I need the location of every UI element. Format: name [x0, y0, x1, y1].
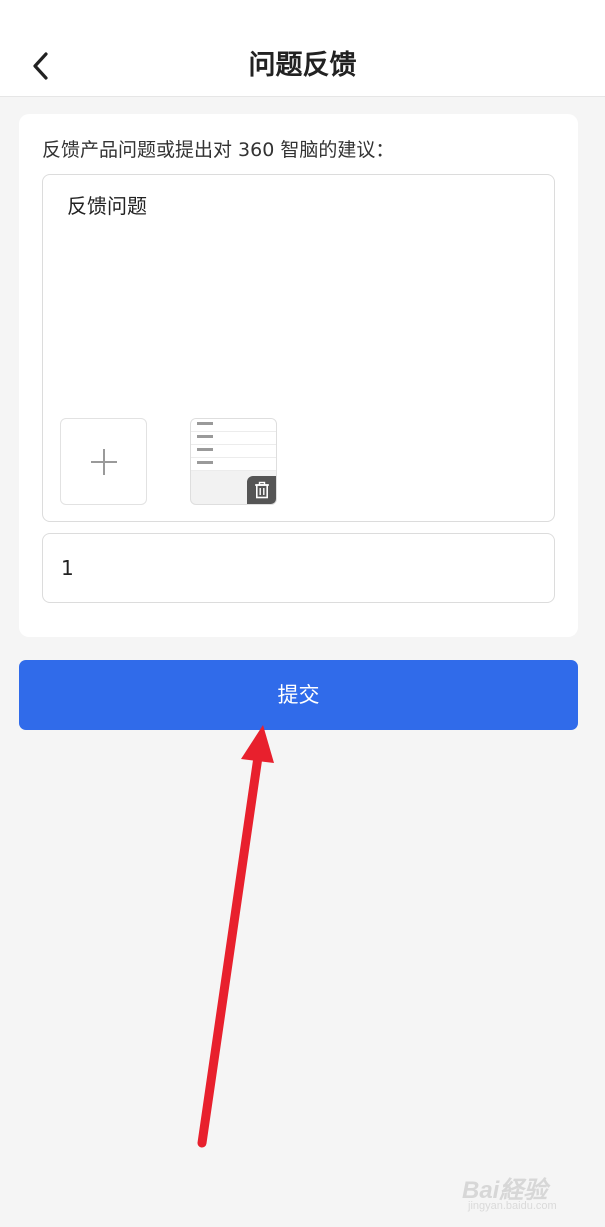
thumbnail-row [191, 445, 276, 458]
page-title: 问题反馈 [248, 50, 357, 81]
thumbnail-row [191, 458, 276, 471]
contact-input[interactable]: 1 [42, 533, 555, 603]
feedback-card: 反馈产品问题或提出对 360 智脑的建议： 反馈问题 1 [19, 114, 578, 637]
submit-button[interactable]: 提交 [19, 660, 578, 730]
watermark-url: jingyan.baidu.com [468, 1200, 557, 1212]
top-nav-bar: 问题反馈 [0, 0, 605, 97]
thumbnail-row [191, 432, 276, 445]
plus-icon [90, 448, 117, 475]
add-image-button[interactable] [60, 418, 147, 505]
thumbnail-row [191, 419, 276, 432]
trash-icon [254, 481, 269, 499]
baidu-jingyan-watermark: Bai経验 jingyan.baidu.com [462, 1162, 592, 1218]
delete-image-button[interactable] [247, 476, 276, 504]
attached-screenshot-thumbnail[interactable] [190, 418, 277, 505]
feedback-textarea[interactable]: 反馈问题 [42, 174, 555, 522]
feedback-prompt-label: 反馈产品问题或提出对 360 智脑的建议： [42, 139, 395, 161]
feedback-text: 反馈问题 [67, 194, 147, 218]
